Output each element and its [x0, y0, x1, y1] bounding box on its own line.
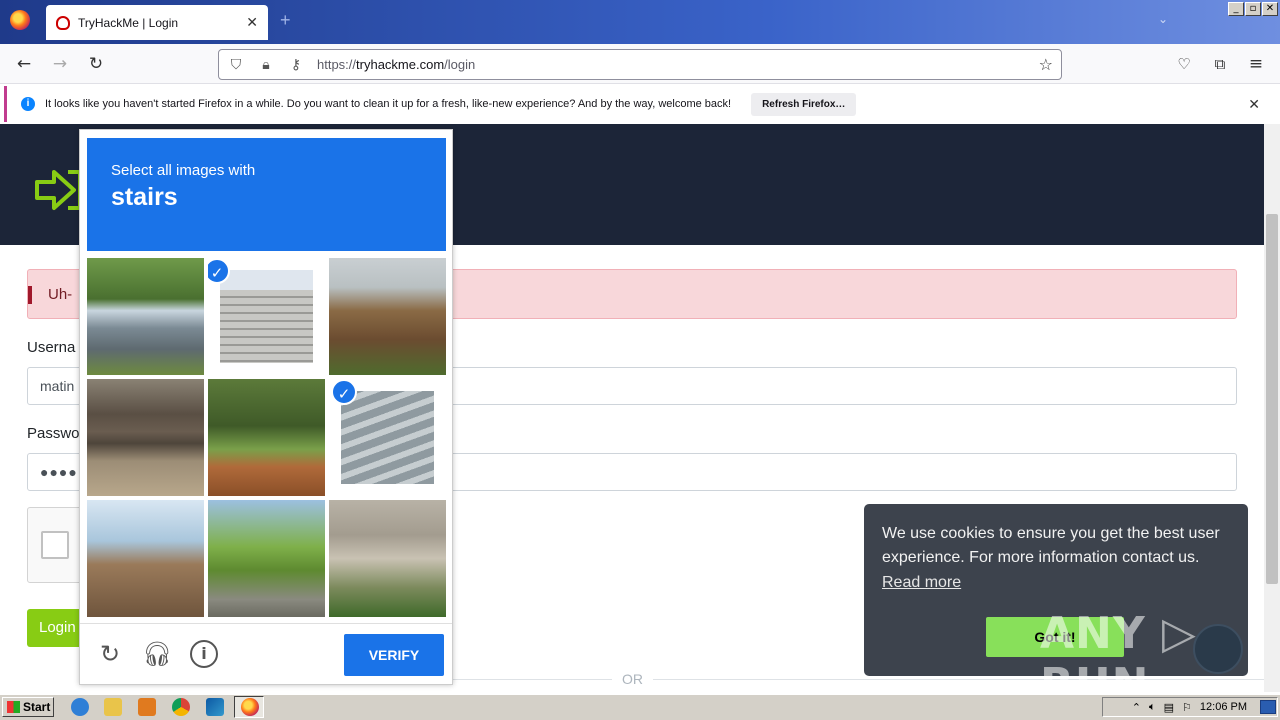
- captcha-header: Select all images with stairs: [87, 138, 446, 251]
- info-icon[interactable]: i: [190, 640, 218, 668]
- notification-close-icon[interactable]: ✕: [1248, 96, 1260, 113]
- windows-logo-icon: [7, 701, 20, 713]
- system-tray: ⌃ 🔈︎ ▤ ⚐ 12:06 PM: [1102, 697, 1278, 717]
- captcha-footer: ↻ 🎧︎ i VERIFY: [80, 623, 452, 685]
- captcha-challenge: Select all images with stairs ✓ ✓ ↻ 🎧︎ i…: [79, 129, 453, 685]
- captcha-tile-1[interactable]: [87, 258, 204, 375]
- recaptcha-checkbox[interactable]: [41, 531, 69, 559]
- captcha-target: stairs: [111, 183, 178, 211]
- or-separator-text: OR: [612, 671, 653, 687]
- lock-icon[interactable]: 🔒︎: [257, 56, 275, 74]
- flag-icon[interactable]: ⚐: [1182, 701, 1192, 714]
- volume-icon[interactable]: 🔈︎: [1149, 701, 1156, 714]
- close-window-button[interactable]: ✕: [1262, 2, 1278, 16]
- captcha-tile-8[interactable]: [208, 500, 325, 617]
- new-tab-button[interactable]: +: [280, 10, 291, 31]
- captcha-tile-4[interactable]: [87, 379, 204, 496]
- back-arrow-icon[interactable]: ←: [12, 53, 36, 75]
- reload-icon[interactable]: ↻: [96, 640, 124, 668]
- clock[interactable]: 12:06 PM: [1200, 701, 1247, 713]
- key-icon[interactable]: ⚷: [287, 56, 305, 74]
- reload-page-icon[interactable]: ↻: [84, 53, 108, 75]
- password-label: Passwo: [27, 425, 80, 442]
- pocket-icon[interactable]: ♡: [1172, 53, 1196, 75]
- show-desktop-icon[interactable]: [1260, 700, 1276, 714]
- taskbar: [0, 694, 1280, 720]
- tab-list-chevron-icon[interactable]: ⌄: [1158, 12, 1168, 26]
- firefox-notification-bar: i It looks like you haven't started Fire…: [4, 86, 1276, 122]
- url-text[interactable]: https://tryhackme.com/login: [317, 57, 1039, 72]
- headphones-icon[interactable]: 🎧︎: [142, 640, 172, 668]
- start-button[interactable]: Start: [2, 697, 54, 717]
- tab-close-icon[interactable]: ✕: [246, 14, 258, 31]
- menu-icon[interactable]: ≡: [1244, 53, 1268, 75]
- tryhackme-favicon-icon: [56, 15, 70, 30]
- chrome-icon[interactable]: [172, 698, 190, 716]
- shield-icon[interactable]: ⛉: [227, 56, 245, 74]
- scrollbar-thumb[interactable]: [1266, 214, 1278, 584]
- recaptcha-widget: [27, 507, 87, 583]
- captcha-tile-3[interactable]: [329, 258, 446, 375]
- tab-title: TryHackMe | Login: [78, 15, 179, 30]
- notification-message: It looks like you haven't started Firefo…: [45, 98, 732, 110]
- login-arrow-icon: [35, 170, 82, 210]
- firefox-icon: [241, 698, 259, 716]
- url-bar[interactable]: ⛉ 🔒︎ ⚷ https://tryhackme.com/login ☆: [218, 49, 1062, 80]
- browser-tab[interactable]: TryHackMe | Login ✕: [46, 5, 268, 40]
- firefox-taskbar-button[interactable]: [234, 696, 264, 718]
- edge-icon[interactable]: [206, 698, 224, 716]
- captcha-tile-6[interactable]: ✓: [329, 379, 446, 496]
- network-icon[interactable]: ▤: [1164, 701, 1174, 714]
- captcha-tile-7[interactable]: [87, 500, 204, 617]
- captcha-tile-2[interactable]: ✓: [208, 258, 325, 375]
- tile-selected-check-icon: ✓: [331, 379, 357, 405]
- tray-expand-icon[interactable]: ⌃: [1132, 701, 1141, 714]
- chat-widget-icon[interactable]: [1193, 624, 1243, 674]
- login-button[interactable]: Login: [27, 609, 87, 647]
- info-icon: i: [21, 97, 35, 111]
- window-controls: _ ▫ ✕: [1228, 2, 1278, 16]
- ie-icon[interactable]: [71, 698, 89, 716]
- username-label: Userna: [27, 339, 76, 356]
- forward-arrow-icon[interactable]: →: [48, 53, 72, 75]
- extensions-icon[interactable]: ⧉: [1208, 53, 1232, 75]
- captcha-tile-5[interactable]: [208, 379, 325, 496]
- folder-icon[interactable]: [104, 698, 122, 716]
- captcha-instruction: Select all images with: [111, 162, 256, 179]
- media-player-icon[interactable]: [138, 698, 156, 716]
- verify-button[interactable]: VERIFY: [344, 634, 444, 676]
- firefox-logo-icon[interactable]: [10, 10, 30, 30]
- bookmark-star-icon[interactable]: ☆: [1039, 55, 1053, 74]
- minimize-button[interactable]: _: [1228, 2, 1244, 16]
- read-more-link[interactable]: Read more: [882, 574, 961, 592]
- cookie-message: We use cookies to ensure you get the bes…: [882, 525, 1220, 566]
- refresh-firefox-button[interactable]: Refresh Firefox…: [751, 92, 857, 116]
- error-alert-text: Uh-: [48, 286, 73, 303]
- restore-button[interactable]: ▫: [1245, 2, 1261, 16]
- captcha-tile-9[interactable]: [329, 500, 446, 617]
